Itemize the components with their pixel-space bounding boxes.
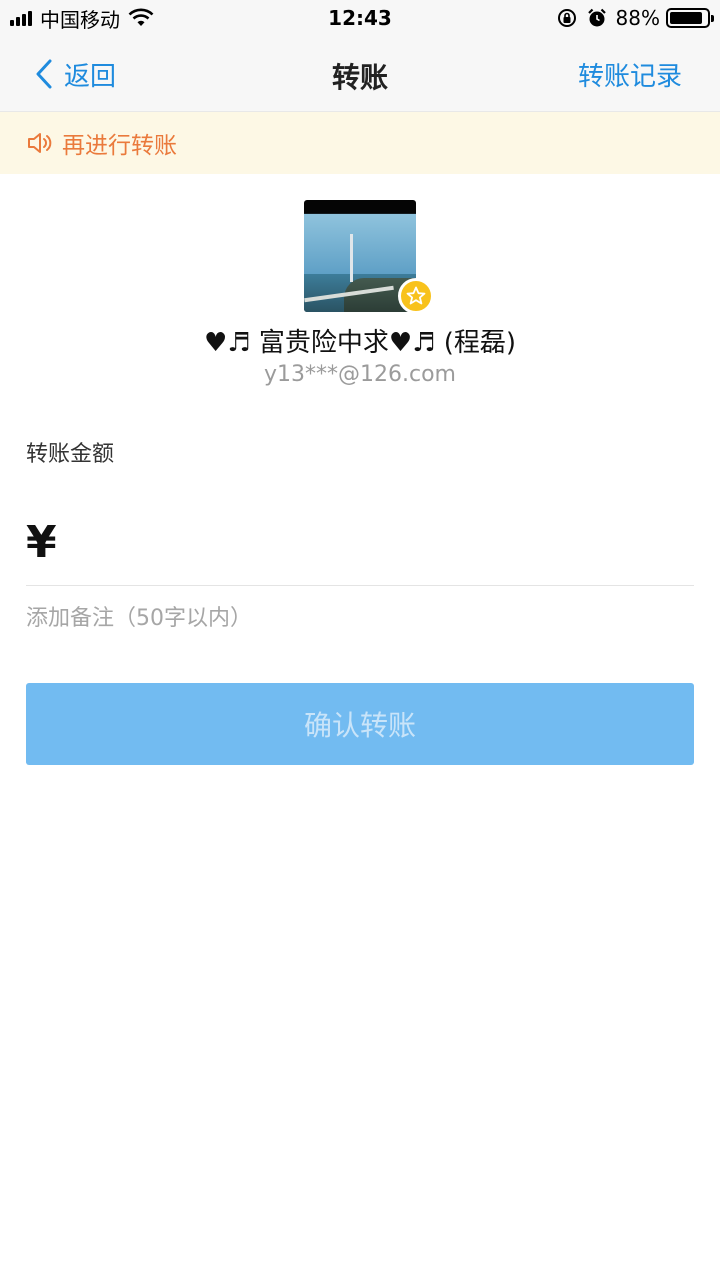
recipient-name: ♥♬ 富贵险中求♥♬ (程磊) [203,328,517,358]
currency-symbol: ¥ [26,517,57,568]
confirm-transfer-button[interactable]: 确认转账 [26,683,694,765]
avatar-pylon [350,234,353,282]
nav-bar: 返回 转账 转账记录 [0,36,720,112]
transfer-history-link[interactable]: 转账记录 [578,56,682,93]
star-icon [406,286,426,305]
amount-row: ¥ [26,500,694,586]
avatar-sky [304,214,416,274]
battery-fill [670,12,702,24]
note-input[interactable] [26,598,694,638]
notice-bar[interactable]: 再进行转账 [0,112,720,174]
notice-text: 再进行转账 [62,133,177,159]
chevron-left-icon [36,59,52,89]
alarm-icon [587,8,606,27]
amount-label: 转账金额 [26,442,115,467]
status-right: 88% [556,6,714,30]
amount-input[interactable] [68,512,694,573]
orientation-lock-icon [557,9,576,27]
back-label: 返回 [64,61,117,92]
battery-icon [666,8,714,28]
verified-badge [398,278,434,314]
speaker-icon [28,133,52,153]
back-button[interactable]: 返回 [34,56,116,92]
recipient-account: y13***@126.com [264,362,456,387]
battery-percent: 88% [615,6,660,30]
status-bar: 中国移动 12:43 88% [0,0,720,36]
